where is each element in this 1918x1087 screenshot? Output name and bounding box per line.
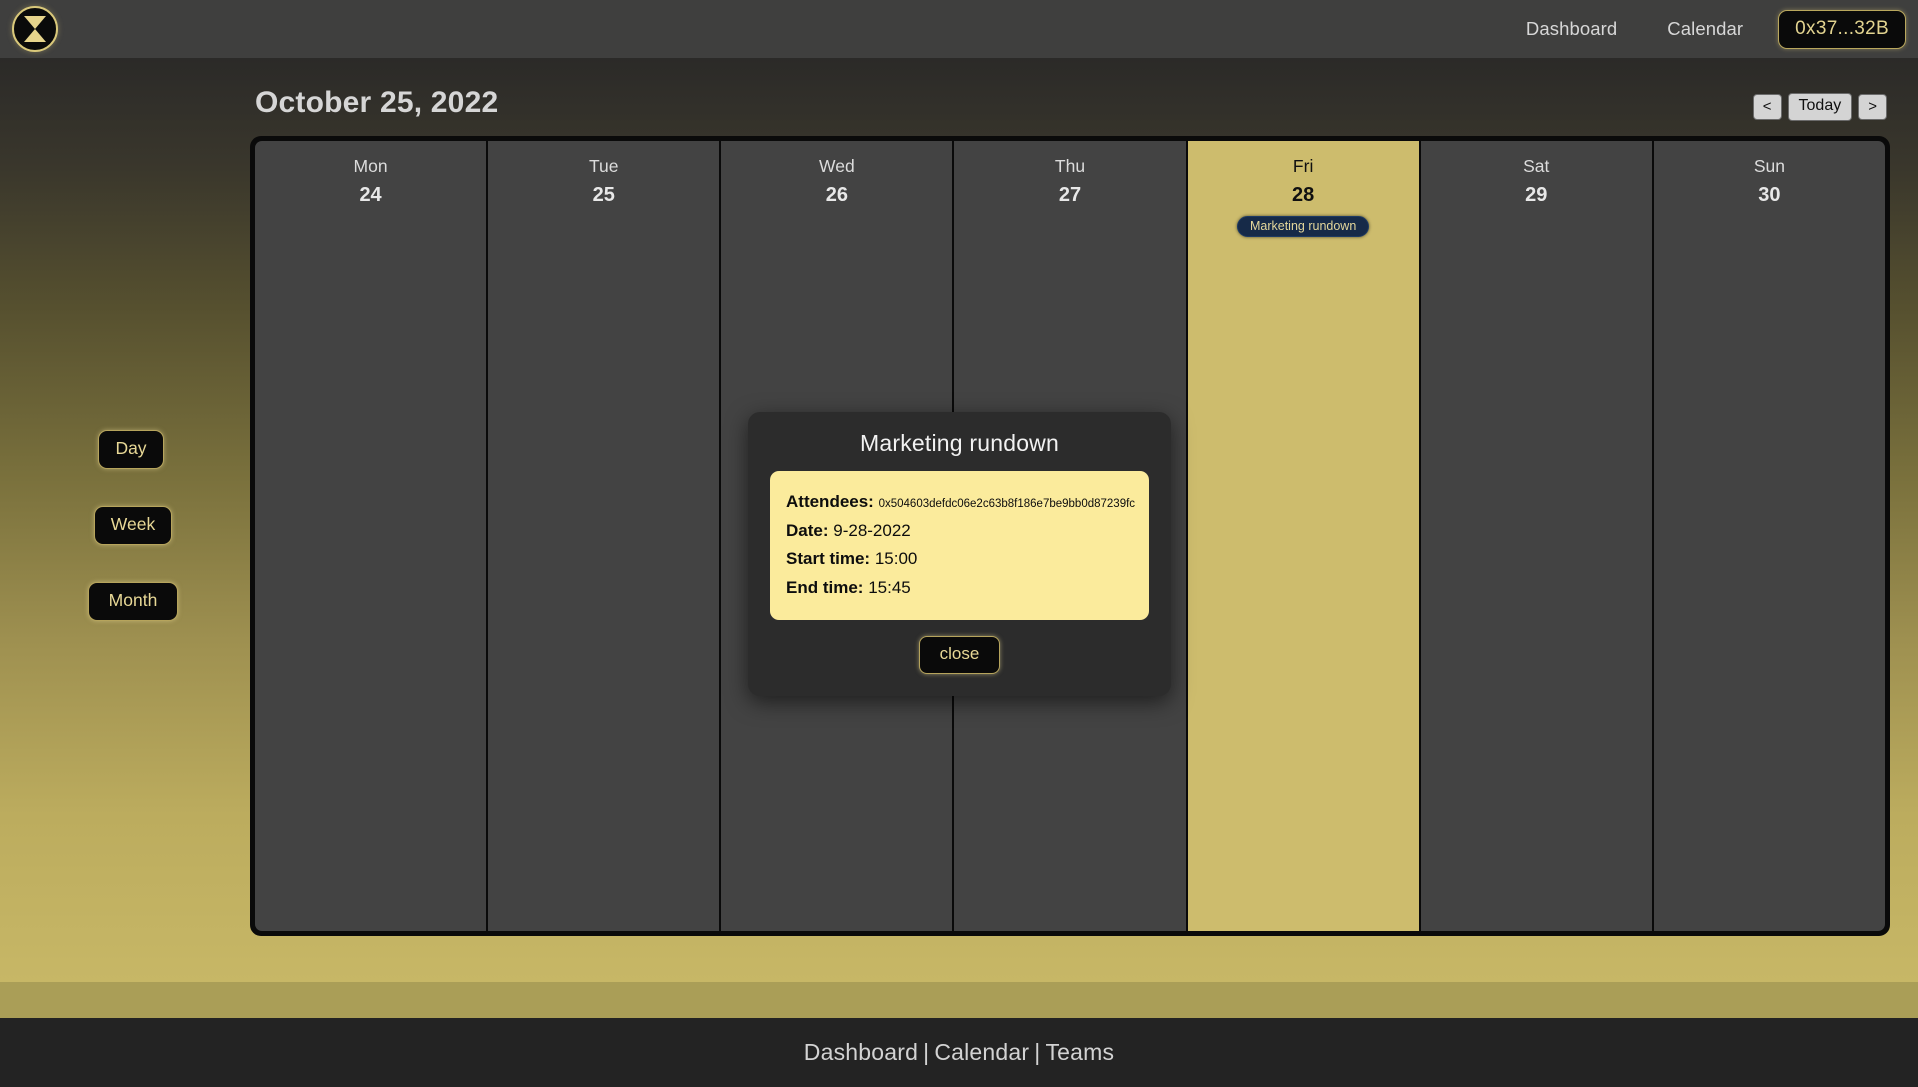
modal-title: Marketing rundown [859,430,1059,456]
footer-separator: | [1034,1039,1041,1065]
day-number-label: 27 [1058,184,1082,207]
day-number-label: 29 [1525,184,1548,207]
modal-field-value: 15:00 [874,549,918,569]
view-button-day[interactable]: Day [98,430,164,469]
footer-links: Dashboard | Calendar | Teams [804,1039,1114,1066]
footer-link-dashboard[interactable]: Dashboard [804,1039,918,1065]
day-number-label: 28 [1292,184,1315,207]
modal-field-row: Attendees: 0x504603defdc06e2c63b8f186e7b… [786,488,1136,517]
modal-field-label: Date: [786,520,829,540]
day-number-label: 30 [1758,184,1781,207]
calendar-day-column[interactable]: Fri 28 Marketing rundown [1187,141,1421,931]
page-footer: Dashboard | Calendar | Teams [0,1018,1918,1087]
modal-field-value: 15:45 [868,577,911,597]
prev-week-button[interactable]: < [1752,93,1782,121]
today-button[interactable]: Today [1787,92,1853,122]
modal-details-card: Attendees: 0x504603defdc06e2c63b8f186e7b… [770,471,1149,621]
calendar-event-pill[interactable]: Marketing rundown [1236,216,1370,238]
day-of-week-label: Sun [1753,156,1785,176]
modal-field-row: End time: 15:45 [786,574,1133,603]
wallet-address-button[interactable]: 0x37...32B [1778,9,1906,49]
modal-field-row: Date: 9-28-2022 [786,517,1133,546]
day-number-label: 26 [825,184,848,207]
day-of-week-label: Thu [1054,156,1086,176]
calendar-day-column[interactable]: Mon 24 [255,141,489,931]
day-of-week-label: Mon [353,156,388,176]
modal-field-value: 0x504603defdc06e2c63b8f186e7be9bb0d87239… [878,498,1136,510]
view-button-month[interactable]: Month [88,582,178,621]
day-of-week-label: Fri [1292,156,1314,176]
day-number-label: 24 [359,184,382,207]
event-details-modal: Marketing rundown Attendees: 0x504603def… [748,412,1171,697]
page-title: October 25, 2022 [255,86,499,119]
calendar-day-column[interactable]: Sat 29 [1420,141,1654,931]
view-switcher-sidebar: Day Week Month [0,58,250,982]
day-of-week-label: Sat [1523,156,1550,176]
day-of-week-label: Tue [588,156,619,176]
modal-field-label: End time: [786,577,864,597]
modal-field-value: 9-28-2022 [833,520,911,540]
calendar-day-column[interactable]: Tue 25 [488,141,722,931]
hourglass-icon [24,16,46,42]
modal-footer: close [770,636,1149,675]
modal-field-label: Attendees: [786,492,874,511]
footer-link-teams[interactable]: Teams [1045,1039,1114,1065]
nav-link-calendar[interactable]: Calendar [1642,18,1768,40]
footer-link-calendar[interactable]: Calendar [934,1039,1029,1065]
day-number-label: 25 [592,184,615,207]
modal-field-label: Start time: [786,549,871,569]
modal-field-row: Start time: 15:00 [786,545,1133,574]
calendar-day-column[interactable]: Sun 30 [1653,141,1885,931]
app-logo[interactable] [12,6,58,52]
close-button[interactable]: close [918,636,1001,675]
calendar-header: October 25, 2022 < Today > [255,78,1887,128]
top-navigation-bar: Dashboard Calendar 0x37...32B [0,0,1918,58]
next-week-button[interactable]: > [1858,93,1887,121]
nav-link-dashboard[interactable]: Dashboard [1501,18,1642,40]
view-button-week[interactable]: Week [94,506,172,545]
top-nav-links: Dashboard Calendar 0x37...32B [1501,9,1906,49]
day-of-week-label: Wed [819,156,855,176]
footer-separator: | [923,1039,930,1065]
calendar-navigation: < Today > [1752,92,1887,122]
page-bottom-band [0,982,1918,1018]
